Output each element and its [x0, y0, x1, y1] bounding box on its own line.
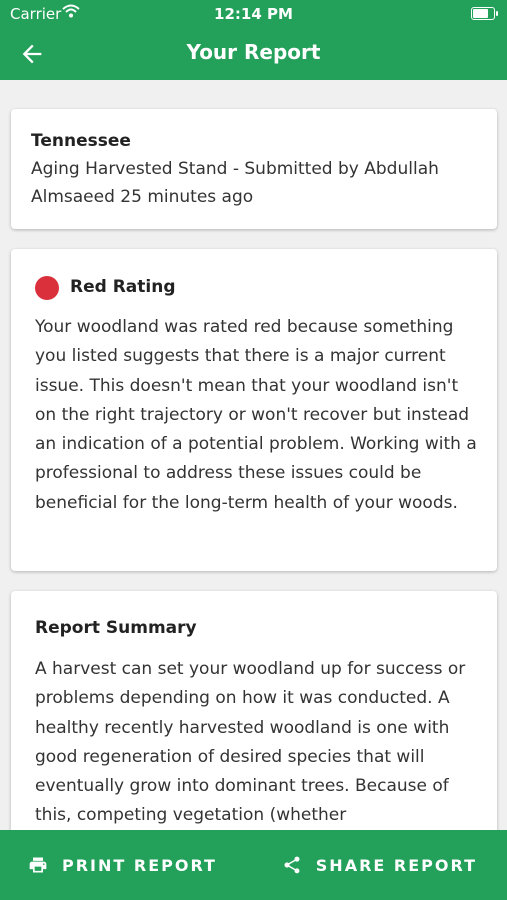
report-submitted-info: Aging Harvested Stand - Submitted by Abd…: [31, 159, 439, 207]
share-report-button[interactable]: SHARE REPORT: [282, 830, 477, 900]
share-report-label: SHARE REPORT: [315, 855, 477, 875]
rating-card: Red Rating Your woodland was rated red b…: [11, 249, 497, 571]
summary-title: Report Summary: [35, 618, 197, 638]
printer-icon: [29, 857, 47, 873]
share-icon: [284, 856, 300, 874]
rating-indicator: [35, 276, 59, 300]
summary-text: A harvest can set your woodland up for s…: [35, 659, 466, 826]
print-report-button[interactable]: PRINT REPORT: [28, 830, 217, 900]
battery-icon: [471, 7, 498, 20]
summary-card: Report Summary A harvest can set your wo…: [11, 591, 497, 830]
rating-description: Your woodland was rated red because some…: [35, 317, 477, 513]
footer-bar: PRINT REPORT SHARE REPORT: [0, 830, 507, 900]
status-time: 12:14 PM: [214, 5, 293, 23]
report-content[interactable]: Tennessee Aging Harvested Stand - Submit…: [0, 80, 507, 830]
app-header: Carrier 12:14 PM Your Report: [0, 0, 507, 80]
report-state: Tennessee: [31, 131, 131, 151]
page-title: Your Report: [186, 40, 321, 64]
report-info-card: Tennessee Aging Harvested Stand - Submit…: [11, 109, 497, 229]
rating-title: Red Rating: [70, 277, 176, 297]
print-report-label: PRINT REPORT: [62, 855, 217, 875]
status-bar: Carrier 12:14 PM: [0, 0, 507, 28]
